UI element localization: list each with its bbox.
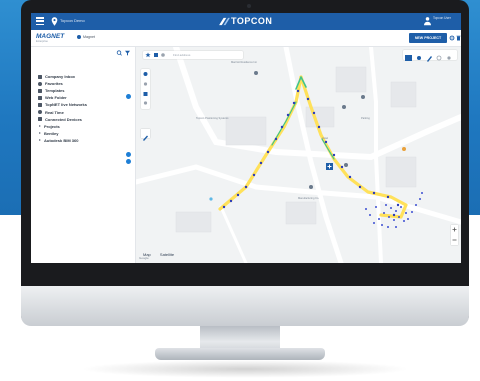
floor-shadow bbox=[80, 360, 410, 378]
caret-right-icon bbox=[39, 132, 41, 135]
bim360-badge bbox=[126, 159, 131, 164]
sidebar-item-label: Favorites bbox=[45, 81, 63, 87]
star-icon[interactable] bbox=[145, 52, 151, 58]
locate-icon[interactable] bbox=[143, 82, 148, 86]
zoom-icons bbox=[452, 227, 457, 241]
star-icon bbox=[38, 81, 42, 86]
sidebar-item-label: Connected Devices bbox=[45, 116, 82, 122]
inbox-icon bbox=[38, 74, 42, 79]
magnet-logo: MAGNET bbox=[36, 33, 65, 40]
search-icon[interactable] bbox=[116, 50, 122, 56]
zoom-in-icon[interactable] bbox=[452, 227, 457, 232]
select-icon[interactable] bbox=[417, 56, 421, 60]
caret-right-icon bbox=[39, 139, 41, 142]
map-toolbar-icons bbox=[145, 52, 165, 58]
sidebar-item-topnet-live-networks[interactable]: TopNET live Networks bbox=[38, 101, 87, 108]
measure-icon[interactable] bbox=[436, 55, 442, 61]
layers-icon[interactable] bbox=[405, 55, 412, 61]
pin-icon[interactable] bbox=[161, 53, 165, 57]
sidebar-item-projects[interactable]: Projects bbox=[38, 123, 87, 130]
sidebar-item-bentley[interactable]: Bentley bbox=[38, 130, 87, 137]
map-label-parking: Parking bbox=[361, 117, 370, 120]
tab-satellite[interactable]: Satellite bbox=[160, 252, 174, 257]
sidebar-item-label: Bentley bbox=[44, 130, 59, 136]
sidebar-item-label: Templates bbox=[45, 88, 65, 94]
pencil-icon bbox=[143, 135, 148, 141]
monitor-stand-foot bbox=[155, 348, 325, 360]
info-icon[interactable] bbox=[143, 101, 148, 105]
sidebar-item-autodesk-bim-360[interactable]: Autodesk BIM 360 bbox=[38, 137, 87, 144]
sidebar-item-web-folder[interactable]: Web Folder bbox=[38, 94, 87, 101]
top-bar: Topcon Demo TOPCON Topcon User bbox=[31, 13, 461, 30]
topcon-logo-mark bbox=[219, 17, 230, 26]
caret-right-icon bbox=[39, 125, 41, 128]
bentley-badge bbox=[126, 152, 131, 157]
compass-icon[interactable] bbox=[143, 72, 148, 76]
map-toolbar: Find address bbox=[143, 51, 243, 59]
draw-tool[interactable] bbox=[141, 129, 150, 141]
map-right-toolbar bbox=[403, 50, 457, 62]
map-right-toolbar-icons bbox=[405, 55, 451, 62]
sidebar-list: Company Inbox Favorites Templates Web Fo… bbox=[38, 73, 87, 144]
app-screen: Topcon Demo TOPCON Topcon User MAGNET En… bbox=[31, 13, 461, 263]
sidebar-tools bbox=[116, 50, 130, 56]
map-search-input[interactable]: Find address bbox=[173, 53, 190, 57]
settings-icon[interactable] bbox=[449, 34, 455, 42]
realtime-icon bbox=[38, 110, 42, 115]
network-icon bbox=[38, 102, 42, 107]
sidebar-item-label: Projects bbox=[44, 123, 60, 129]
filter-icon[interactable] bbox=[125, 50, 130, 56]
project-selector[interactable]: Magnet bbox=[77, 35, 95, 41]
device-icon bbox=[38, 117, 42, 122]
edit-icon[interactable] bbox=[427, 56, 432, 62]
map-left-toolbar bbox=[141, 69, 150, 109]
camera-dot bbox=[247, 4, 251, 8]
layer-icon[interactable] bbox=[143, 92, 148, 96]
sidebar-item-label: TopNET live Networks bbox=[45, 102, 87, 108]
project-dot-icon bbox=[77, 35, 81, 40]
more-icon[interactable] bbox=[447, 56, 451, 60]
sidebar-item-company-inbox[interactable]: Company Inbox bbox=[38, 73, 87, 80]
zoom-controls bbox=[451, 225, 458, 245]
sidebar-item-real-time[interactable]: Real Time bbox=[38, 108, 87, 115]
sidebar-item-label: Real Time bbox=[45, 109, 64, 115]
grid-icon[interactable] bbox=[154, 53, 158, 57]
sidebar-item-label: Company Inbox bbox=[45, 74, 76, 80]
monitor-chin bbox=[21, 286, 469, 326]
user-icon[interactable] bbox=[424, 16, 431, 26]
map-label-manufacturing: Manufacturing Co. bbox=[298, 197, 320, 200]
project-label: Magnet bbox=[83, 35, 95, 39]
folder-icon bbox=[38, 95, 42, 100]
sidebar-item-templates[interactable]: Templates bbox=[38, 87, 87, 94]
trash-icon[interactable] bbox=[456, 34, 461, 42]
magnet-subtitle: Enterprise bbox=[36, 40, 48, 43]
map-label-hotel: Hotel bbox=[322, 137, 329, 140]
menu-icon[interactable] bbox=[36, 17, 44, 26]
map-canvas[interactable] bbox=[136, 47, 461, 263]
sidebar: Company Inbox Favorites Templates Web Fo… bbox=[31, 47, 136, 263]
google-attribution: Google bbox=[139, 256, 149, 260]
map-view[interactable]: Marriott Residence Inn Topcon Positionin… bbox=[136, 47, 461, 263]
location-pin-icon[interactable] bbox=[51, 17, 58, 26]
sidebar-item-connected-devices[interactable]: Connected Devices bbox=[38, 116, 87, 123]
map-left-toolbar-icons bbox=[143, 72, 148, 105]
brand-logo-text: TOPCON bbox=[231, 16, 273, 26]
web-folder-badge bbox=[126, 94, 131, 99]
sidebar-item-label: Web Folder bbox=[45, 95, 67, 101]
new-project-button[interactable]: NEW PROJECT bbox=[409, 33, 447, 43]
sub-bar: MAGNET Enterprise Magnet NEW PROJECT bbox=[31, 30, 461, 47]
map-label-topcon: Topcon Positioning Systems bbox=[196, 117, 229, 120]
template-icon bbox=[38, 88, 42, 93]
sidebar-item-favorites[interactable]: Favorites bbox=[38, 80, 87, 87]
location-label[interactable]: Topcon Demo bbox=[60, 18, 85, 23]
sidebar-item-label: Autodesk BIM 360 bbox=[44, 137, 79, 143]
map-label-marriott: Marriott Residence Inn bbox=[231, 61, 258, 64]
user-label[interactable]: Topcon User bbox=[433, 16, 451, 20]
